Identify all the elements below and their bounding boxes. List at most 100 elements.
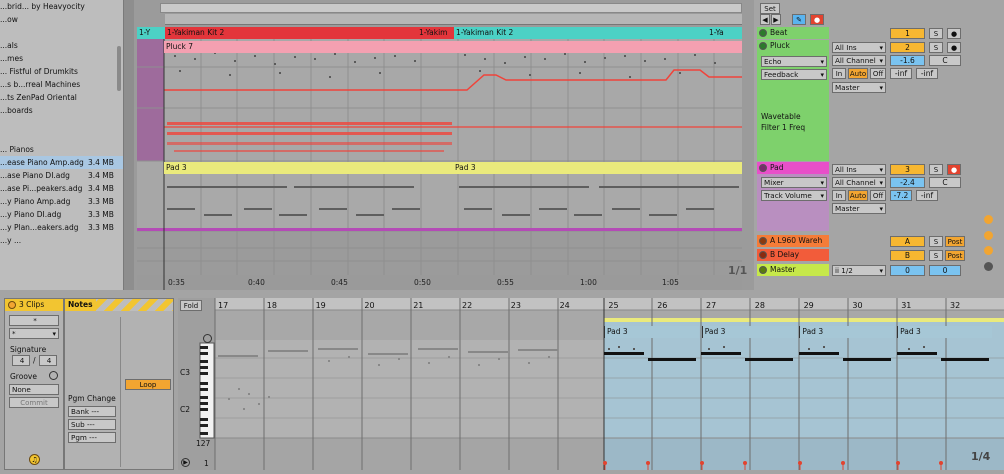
send-a-field[interactable]: -inf	[890, 68, 912, 79]
arm-icon[interactable]: ●	[947, 164, 961, 175]
solo-button[interactable]: S	[929, 250, 943, 261]
input-channel-chooser[interactable]: All Channel	[832, 55, 886, 66]
input-type-chooser[interactable]: All Ins	[832, 164, 886, 175]
browser-item[interactable]: ...ase Pi...peakers.adg 3.4 MB	[0, 182, 123, 195]
browser-item[interactable]: ...mes	[0, 52, 123, 65]
pad-clip[interactable]: Pad 3	[164, 162, 453, 174]
parameter-chooser[interactable]: Track Volume	[761, 190, 827, 201]
solo-button[interactable]: S	[929, 236, 943, 247]
track-activator[interactable]: 2	[890, 42, 925, 53]
master-volume-field[interactable]: 0	[890, 265, 925, 276]
set-button[interactable]: Set	[760, 3, 780, 14]
next-icon[interactable]: ▶	[771, 14, 781, 25]
monitor-auto-button[interactable]: Auto	[848, 190, 868, 201]
bar-number[interactable]: 20	[364, 301, 374, 310]
volume-field[interactable]: -1.6	[890, 55, 925, 66]
browser-item[interactable]: ... Pianos	[0, 143, 123, 156]
send-b-field[interactable]: -inf	[916, 190, 938, 201]
track-header-pad[interactable]: Pad	[757, 162, 829, 174]
bar-number[interactable]: 17	[218, 301, 228, 310]
io-toggle-icon[interactable]	[984, 215, 993, 224]
bank-field[interactable]: Bank ---	[68, 406, 116, 417]
track-header-return-b[interactable]: B Delay	[757, 249, 829, 261]
groove-chooser[interactable]: None	[9, 384, 59, 395]
loop-bar[interactable]	[165, 14, 742, 25]
beat-clip[interactable]: 1-Yakiman Kit 2	[454, 27, 707, 39]
monitor-auto-button[interactable]: Auto	[848, 68, 868, 79]
panel-divider[interactable]	[124, 0, 134, 290]
monitor-in-button[interactable]: In	[832, 190, 846, 201]
bar-number[interactable]: 27	[706, 301, 716, 310]
bar-number[interactable]: 32	[950, 301, 960, 310]
fold-button[interactable]: Fold	[180, 300, 202, 311]
bar-number[interactable]: 29	[804, 301, 814, 310]
bar-number[interactable]: 26	[657, 301, 667, 310]
parameter-chooser[interactable]: Feedback	[761, 69, 827, 80]
clip-region-label[interactable]: Pad 3	[799, 326, 895, 338]
browser-item[interactable]: ...brid... by Heavyocity	[0, 0, 123, 13]
post-button[interactable]: Post	[945, 236, 965, 247]
browser-scrollbar[interactable]	[117, 46, 121, 91]
device-chooser[interactable]: Mixer	[761, 177, 827, 188]
pgm-field[interactable]: Pgm ---	[68, 432, 116, 443]
clip-activator-icon[interactable]	[8, 301, 16, 309]
track-activator[interactable]: A	[890, 236, 925, 247]
track-header-master[interactable]: Master	[757, 264, 829, 276]
monitor-off-button[interactable]: Off	[870, 190, 886, 201]
overview-strip[interactable]	[160, 3, 742, 13]
solo-button[interactable]: S	[929, 164, 943, 175]
clip-header[interactable]: 3 Clips	[5, 299, 63, 311]
solo-button[interactable]: S	[929, 28, 943, 39]
input-type-chooser[interactable]: All Ins	[832, 42, 886, 53]
bar-number[interactable]: 21	[413, 301, 423, 310]
velocity-toggle-icon[interactable]: ▶	[181, 458, 190, 467]
bar-number[interactable]: 25	[608, 301, 618, 310]
beat-clip[interactable]: 1-Yakim	[417, 27, 454, 39]
beat-clip[interactable]: 1-Y	[137, 27, 165, 39]
browser-item[interactable]	[0, 26, 123, 39]
groove-hot-swap-icon[interactable]	[49, 371, 58, 380]
browser-item[interactable]: ...ease Piano Amp.adg 3.4 MB	[0, 156, 123, 169]
browser-item[interactable]	[0, 117, 123, 130]
browser-item[interactable]	[0, 130, 123, 143]
clip-name-field[interactable]: *	[9, 315, 59, 326]
track-header-return-a[interactable]: A L960 Wareh	[757, 235, 829, 247]
volume-field[interactable]: -2.4	[890, 177, 925, 188]
signature-denominator[interactable]: 4	[39, 355, 57, 366]
bar-number[interactable]: 23	[511, 301, 521, 310]
pan-field[interactable]: C	[929, 55, 961, 66]
clip-color-chooser[interactable]: *	[9, 328, 59, 339]
device-chooser[interactable]: Echo	[761, 56, 827, 67]
midi-editor[interactable]: Fold C3 C2 127 1 ▶ 1/4	[178, 298, 1004, 470]
clip-region-label[interactable]: Pad 3	[897, 326, 993, 338]
master-pan-field[interactable]: 0	[929, 265, 961, 276]
track-header-beat[interactable]: Beat	[757, 27, 829, 39]
track-header-pluck[interactable]: Pluck	[757, 40, 829, 52]
arm-icon[interactable]: ●	[947, 28, 961, 39]
mixer-toggle-icon[interactable]	[984, 246, 993, 255]
preview-icon[interactable]	[203, 334, 212, 343]
bar-number[interactable]: 31	[901, 301, 911, 310]
browser-item[interactable]: ...ts ZenPad Oriental	[0, 91, 123, 104]
loop-button[interactable]: Loop	[125, 379, 171, 390]
returns-toggle-icon[interactable]	[984, 231, 993, 240]
browser-item[interactable]: ...als	[0, 39, 123, 52]
prev-icon[interactable]: ◀	[760, 14, 770, 25]
cue-output-chooser[interactable]: ii 1/2	[832, 265, 886, 276]
beat-clip[interactable]: 1-Ya	[707, 27, 742, 39]
send-b-field[interactable]: -inf	[916, 68, 938, 79]
browser-item[interactable]: ...y ...	[0, 234, 123, 247]
crossfader-toggle-icon[interactable]	[984, 262, 993, 271]
solo-button[interactable]: S	[929, 42, 943, 53]
arm-icon[interactable]: ●	[947, 42, 961, 53]
monitor-off-button[interactable]: Off	[870, 68, 886, 79]
bar-number[interactable]: 22	[462, 301, 472, 310]
input-channel-chooser[interactable]: All Channel	[832, 177, 886, 188]
clip-region-label[interactable]: Pad 3	[701, 326, 797, 338]
bar-number[interactable]: 19	[316, 301, 326, 310]
pad-clip[interactable]: Pad 3	[453, 162, 742, 174]
browser-item[interactable]: ...boards	[0, 104, 123, 117]
post-button[interactable]: Post	[945, 250, 965, 261]
record-icon[interactable]: ●	[810, 14, 824, 25]
browser-item[interactable]: ...ow	[0, 13, 123, 26]
